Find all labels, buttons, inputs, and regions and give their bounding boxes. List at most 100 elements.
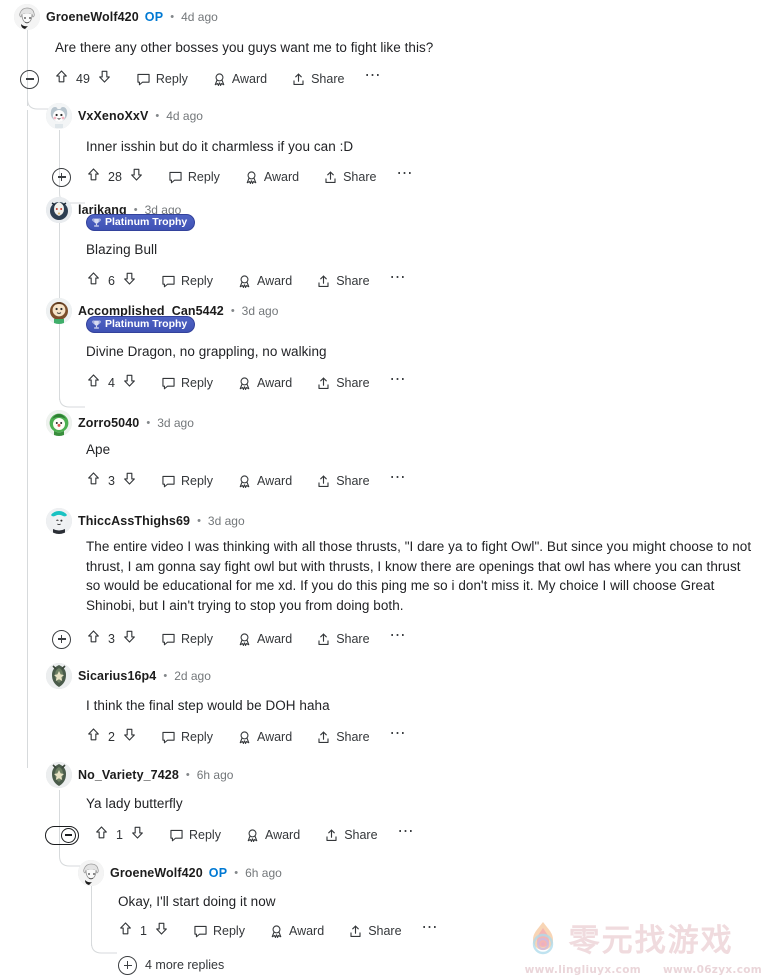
- more-options-icon[interactable]: ⋯: [390, 470, 407, 489]
- upvote-button[interactable]: [94, 825, 109, 845]
- avatar[interactable]: [46, 298, 72, 324]
- award-button[interactable]: Award: [237, 474, 292, 489]
- reply-button[interactable]: Reply: [161, 730, 213, 745]
- avatar[interactable]: [46, 410, 72, 436]
- comment-timestamp: 3d ago: [207, 514, 245, 528]
- avatar[interactable]: [46, 663, 72, 689]
- share-icon: [323, 170, 338, 185]
- more-options-icon[interactable]: ⋯: [364, 68, 381, 87]
- avatar[interactable]: [46, 103, 72, 129]
- more-options-icon[interactable]: ⋯: [390, 372, 407, 391]
- reply-button[interactable]: Reply: [161, 376, 213, 391]
- share-button[interactable]: Share: [323, 170, 376, 185]
- user-flair-badge[interactable]: Platinum Trophy: [86, 214, 196, 231]
- reply-button[interactable]: Reply: [136, 72, 188, 87]
- downvote-button[interactable]: [122, 629, 137, 649]
- share-label: Share: [343, 170, 377, 184]
- share-button[interactable]: Share: [316, 632, 370, 647]
- award-label: Award: [256, 376, 293, 390]
- upvote-button[interactable]: [86, 629, 101, 649]
- downvote-button[interactable]: [122, 727, 137, 747]
- op-badge: OP: [144, 10, 164, 24]
- user-flair-badge[interactable]: Platinum Trophy: [86, 316, 196, 333]
- separator-dot: •: [146, 417, 151, 429]
- award-button[interactable]: Award: [237, 274, 292, 289]
- share-button[interactable]: Share: [291, 72, 344, 87]
- more-options-icon[interactable]: ⋯: [390, 726, 407, 745]
- downvote-button[interactable]: [154, 921, 169, 941]
- upvote-button[interactable]: [86, 271, 101, 291]
- share-label: Share: [336, 474, 370, 488]
- reply-button[interactable]: Reply: [193, 924, 245, 939]
- more-options-icon[interactable]: ⋯: [390, 270, 407, 289]
- comment-author[interactable]: GroeneWolf420: [46, 10, 139, 24]
- share-label: Share: [368, 924, 402, 938]
- award-button[interactable]: Award: [212, 72, 267, 87]
- comment-bubble-icon: [169, 828, 184, 843]
- comment-timestamp: 6h ago: [196, 768, 234, 782]
- thread-curve: [91, 932, 117, 954]
- more-options-icon[interactable]: ⋯: [390, 628, 407, 647]
- comment-author[interactable]: ThiccAssThighs69: [78, 514, 190, 528]
- comment-bubble-icon: [193, 924, 208, 939]
- share-button[interactable]: Share: [316, 376, 370, 391]
- downvote-button[interactable]: [122, 271, 137, 291]
- comment-author[interactable]: VxXenoXxV: [78, 109, 148, 123]
- share-label: Share: [336, 376, 370, 390]
- reply-button[interactable]: Reply: [161, 632, 213, 647]
- avatar[interactable]: [46, 197, 72, 223]
- upvote-button[interactable]: [86, 373, 101, 393]
- more-options-icon[interactable]: ⋯: [422, 920, 439, 939]
- award-medal-icon: [237, 730, 252, 745]
- comment-author[interactable]: Zorro5040: [78, 416, 139, 430]
- award-button[interactable]: Award: [244, 170, 299, 185]
- upvote-button[interactable]: [54, 69, 69, 89]
- expand-comment-button[interactable]: [52, 629, 71, 649]
- avatar[interactable]: [14, 4, 40, 30]
- comment-author[interactable]: No_Variety_7428: [78, 768, 179, 782]
- share-button[interactable]: Share: [316, 474, 370, 489]
- award-label: Award: [263, 170, 300, 184]
- comment-author[interactable]: Sicarius16p4: [78, 669, 156, 683]
- downvote-button[interactable]: [122, 471, 137, 491]
- upvote-button[interactable]: [86, 727, 101, 747]
- avatar[interactable]: [46, 508, 72, 534]
- more-options-icon[interactable]: ⋯: [398, 824, 415, 843]
- reply-button[interactable]: Reply: [169, 828, 221, 843]
- reply-label: Reply: [213, 924, 245, 938]
- share-button[interactable]: Share: [316, 274, 370, 289]
- award-button[interactable]: Award: [237, 632, 292, 647]
- share-icon: [324, 828, 339, 843]
- share-button[interactable]: Share: [316, 730, 370, 745]
- expand-comment-button[interactable]: [52, 167, 71, 187]
- downvote-button[interactable]: [122, 373, 137, 393]
- downvote-button[interactable]: [130, 825, 145, 845]
- share-button[interactable]: Share: [324, 828, 378, 843]
- comment-body: Are there any other bosses you guys want…: [55, 40, 434, 55]
- upvote-button[interactable]: [118, 921, 133, 941]
- award-button[interactable]: Award: [237, 376, 292, 391]
- comment-author[interactable]: GroeneWolf420: [110, 866, 203, 880]
- comment-bubble-icon: [161, 632, 176, 647]
- award-medal-icon: [244, 170, 259, 185]
- downvote-button[interactable]: [97, 69, 112, 89]
- upvote-button[interactable]: [86, 471, 101, 491]
- avatar[interactable]: [46, 762, 72, 788]
- upvote-button[interactable]: [86, 167, 101, 187]
- collapse-comment-button[interactable]: [20, 69, 39, 89]
- more-options-icon[interactable]: ⋯: [396, 166, 413, 185]
- award-button[interactable]: Award: [269, 924, 324, 939]
- award-button[interactable]: Award: [237, 730, 292, 745]
- more-replies-row[interactable]: 4 more replies: [118, 953, 224, 975]
- avatar[interactable]: [78, 860, 104, 886]
- reply-button[interactable]: Reply: [161, 274, 213, 289]
- vote-group: 49: [54, 69, 112, 89]
- downvote-button[interactable]: [129, 167, 144, 187]
- reply-button[interactable]: Reply: [168, 170, 220, 185]
- collapse-comment-button[interactable]: [45, 825, 79, 845]
- share-button[interactable]: Share: [348, 924, 402, 939]
- expand-replies-icon[interactable]: [118, 955, 137, 975]
- reply-label: Reply: [155, 72, 188, 86]
- reply-button[interactable]: Reply: [161, 474, 213, 489]
- award-button[interactable]: Award: [245, 828, 300, 843]
